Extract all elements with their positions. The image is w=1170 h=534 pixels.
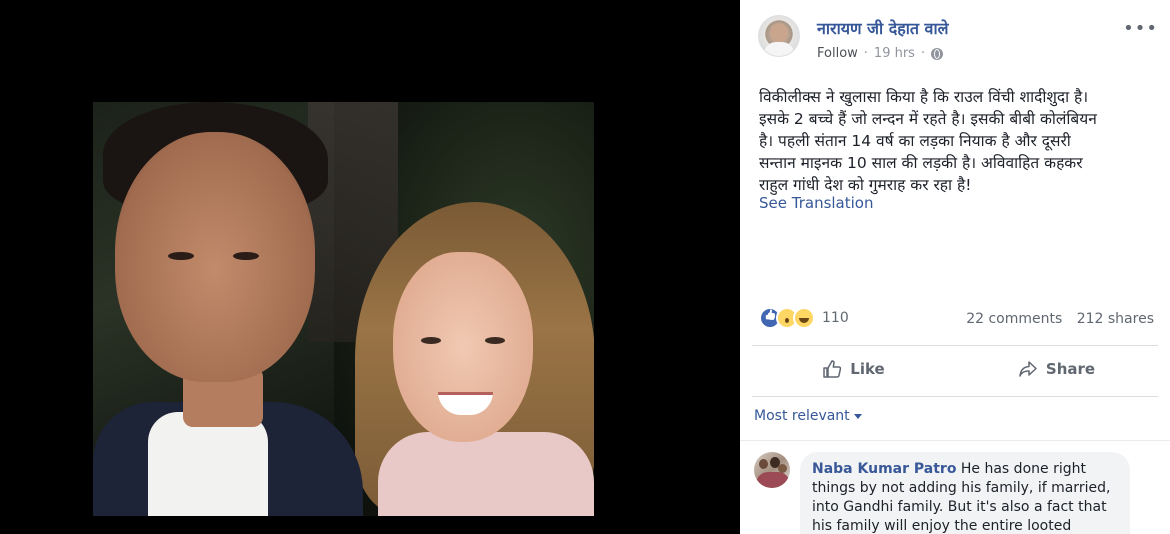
commenter-name[interactable]: Naba Kumar Patro: [812, 461, 956, 477]
divider: [752, 345, 1158, 346]
divider: [740, 440, 1170, 441]
photo-woman-coat: [378, 432, 594, 516]
avatar-body: [764, 42, 794, 56]
photo-woman-eye: [421, 337, 441, 344]
globe-icon: [931, 47, 944, 60]
more-options-icon[interactable]: •••: [1123, 18, 1158, 39]
share-arrow-icon: [1019, 361, 1037, 377]
photo-woman-eye: [485, 337, 505, 344]
meta-separator: ·: [920, 46, 926, 61]
photo-man-eye: [168, 252, 194, 260]
divider: [752, 396, 1158, 397]
thumbs-up-icon: [823, 360, 842, 378]
post-panel: नारायण जी देहात वाले Follow · 19 hrs · •…: [740, 0, 1170, 534]
share-label: Share: [1045, 360, 1096, 378]
comments-count-link[interactable]: 22 comments: [966, 311, 1062, 327]
photo-viewer: [0, 0, 740, 534]
post-meta: Follow · 19 hrs ·: [817, 46, 944, 61]
shares-count-link[interactable]: 212 shares: [1077, 311, 1154, 327]
author-name[interactable]: नारायण जी देहात वाले: [817, 17, 948, 39]
see-translation-link[interactable]: See Translation: [759, 194, 873, 212]
meta-separator: ·: [863, 46, 868, 61]
like-label: Like: [850, 360, 885, 378]
reactions-summary[interactable]: 110: [759, 307, 849, 329]
reaction-count: 110: [822, 310, 849, 326]
comment-sort-dropdown[interactable]: Most relevant: [754, 408, 862, 424]
post-text: विकीलीक्स ने खुलासा किया है कि राउल विंच…: [759, 88, 1097, 194]
photo-man-shirt: [148, 412, 268, 516]
avatar-shape: [756, 472, 790, 488]
post-actions: Like Share: [752, 351, 1158, 387]
avatar-head: [770, 23, 788, 43]
post-photo[interactable]: [93, 102, 594, 516]
haha-icon: [793, 307, 815, 329]
author-avatar[interactable]: [758, 15, 800, 57]
avatar-shape: [778, 464, 787, 473]
photo-man-face: [115, 132, 315, 382]
share-button[interactable]: Share: [955, 351, 1158, 387]
photo-man-eye: [233, 252, 259, 260]
commenter-avatar[interactable]: [754, 452, 790, 488]
comment-bubble: Naba Kumar Patro He has done right thing…: [800, 452, 1130, 534]
engagement-counts: 22 comments 212 shares: [966, 311, 1154, 327]
chevron-down-icon: [853, 413, 862, 419]
like-button[interactable]: Like: [752, 351, 955, 387]
follow-link[interactable]: Follow: [817, 46, 858, 61]
comment-sort-label: Most relevant: [754, 408, 850, 424]
avatar-shape: [759, 459, 768, 469]
post-timestamp[interactable]: 19 hrs: [874, 46, 915, 61]
